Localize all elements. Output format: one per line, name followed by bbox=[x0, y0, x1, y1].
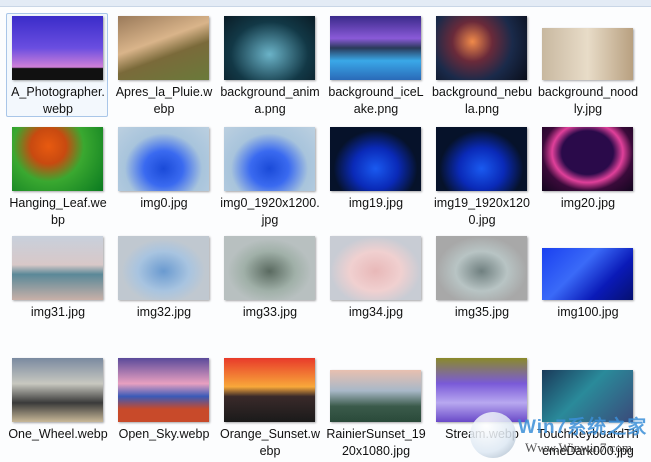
image-thumbnail bbox=[118, 236, 209, 300]
file-item[interactable]: img35.jpg bbox=[430, 233, 532, 337]
image-thumbnail bbox=[224, 127, 315, 191]
file-item[interactable]: Orange_Sunset.webp bbox=[218, 355, 320, 459]
file-item[interactable]: img19_1920x1200.jpg bbox=[430, 124, 532, 228]
thumbnail-frame bbox=[12, 356, 103, 422]
image-thumbnail bbox=[330, 16, 421, 80]
thumbnail-frame bbox=[12, 14, 103, 80]
file-item[interactable]: TouchKeyboardThemeDark000.jpg bbox=[536, 355, 639, 459]
thumbnail-frame bbox=[224, 234, 315, 300]
thumbnail-frame bbox=[436, 14, 527, 80]
file-name: Hanging_Leaf.webp bbox=[9, 196, 107, 227]
file-name: background_iceLake.png bbox=[328, 85, 424, 116]
file-name: img0.jpg bbox=[140, 196, 188, 210]
file-item[interactable]: img100.jpg bbox=[536, 233, 638, 337]
thumbnail-frame bbox=[330, 125, 421, 191]
thumbnail-frame bbox=[118, 125, 209, 191]
image-thumbnail bbox=[12, 127, 103, 191]
toolbar-strip bbox=[0, 0, 651, 7]
image-thumbnail bbox=[118, 16, 209, 80]
thumbnail-frame bbox=[12, 234, 103, 300]
image-thumbnail bbox=[12, 236, 103, 300]
file-item[interactable]: img33.jpg bbox=[218, 233, 320, 337]
file-name: img32.jpg bbox=[136, 305, 192, 319]
image-thumbnail bbox=[12, 16, 103, 80]
image-thumbnail bbox=[542, 248, 633, 300]
file-item[interactable]: img0.jpg bbox=[112, 124, 214, 228]
file-name: img33.jpg bbox=[242, 305, 298, 319]
file-item[interactable]: Hanging_Leaf.webp bbox=[6, 124, 108, 228]
thumbnail-frame bbox=[118, 234, 209, 300]
image-thumbnail bbox=[224, 16, 315, 80]
image-thumbnail bbox=[436, 127, 527, 191]
file-name: One_Wheel.webp bbox=[8, 427, 108, 441]
file-name: img100.jpg bbox=[557, 305, 619, 319]
thumbnail-frame bbox=[542, 356, 633, 422]
file-item[interactable]: background_noodly.jpg bbox=[536, 13, 638, 117]
file-name: background_nebula.png bbox=[431, 85, 533, 116]
file-item[interactable]: img0_1920x1200.jpg bbox=[218, 124, 320, 228]
thumbnail-frame bbox=[436, 356, 527, 422]
file-name: img19_1920x1200.jpg bbox=[434, 196, 530, 227]
image-thumbnail bbox=[330, 370, 421, 422]
file-item[interactable]: img34.jpg bbox=[324, 233, 426, 337]
image-thumbnail bbox=[542, 127, 633, 191]
image-thumbnail bbox=[436, 16, 527, 80]
thumbnail-frame bbox=[542, 14, 633, 80]
file-item[interactable]: Apres_la_Pluie.webp bbox=[112, 13, 214, 117]
image-thumbnail bbox=[542, 370, 633, 422]
file-name: A_Photographer.webp bbox=[11, 85, 105, 116]
file-item[interactable]: background_nebula.png bbox=[430, 13, 532, 117]
thumbnail-frame bbox=[330, 356, 421, 422]
image-thumbnail bbox=[542, 28, 633, 80]
thumbnail-frame bbox=[12, 125, 103, 191]
file-item[interactable]: background_iceLake.png bbox=[324, 13, 426, 117]
thumbnail-frame bbox=[224, 125, 315, 191]
file-name: RainierSunset_1920x1080.jpg bbox=[326, 427, 426, 458]
image-thumbnail bbox=[436, 236, 527, 300]
image-thumbnail bbox=[224, 358, 315, 422]
thumbnail-frame bbox=[542, 234, 633, 300]
image-thumbnail bbox=[118, 127, 209, 191]
file-name: img0_1920x1200.jpg bbox=[220, 196, 320, 227]
file-item[interactable]: A_Photographer.webp bbox=[6, 13, 108, 117]
file-item[interactable]: RainierSunset_1920x1080.jpg bbox=[324, 355, 426, 459]
file-item[interactable]: background_anima.png bbox=[218, 13, 320, 117]
image-thumbnail bbox=[12, 358, 103, 422]
file-name: img19.jpg bbox=[348, 196, 404, 210]
thumbnail-frame bbox=[436, 234, 527, 300]
file-item[interactable]: img32.jpg bbox=[112, 233, 214, 337]
file-item[interactable]: img20.jpg bbox=[536, 124, 638, 228]
file-name: img31.jpg bbox=[30, 305, 86, 319]
thumbnail-frame bbox=[118, 356, 209, 422]
file-name: background_noodly.jpg bbox=[537, 85, 639, 116]
thumbnail-frame bbox=[330, 234, 421, 300]
file-item[interactable]: Stream.webp bbox=[430, 355, 532, 459]
thumbnail-frame bbox=[118, 14, 209, 80]
file-name: background_anima.png bbox=[220, 85, 320, 116]
image-thumbnail bbox=[118, 358, 209, 422]
file-name: img20.jpg bbox=[560, 196, 616, 210]
file-name: TouchKeyboardThemeDark000.jpg bbox=[537, 427, 639, 458]
thumbnail-frame bbox=[542, 125, 633, 191]
thumbnail-frame bbox=[330, 14, 421, 80]
image-thumbnail bbox=[224, 236, 315, 300]
file-name: Apres_la_Pluie.webp bbox=[115, 85, 213, 116]
image-thumbnail bbox=[436, 358, 527, 422]
file-item[interactable]: One_Wheel.webp bbox=[6, 355, 108, 459]
file-item[interactable]: img19.jpg bbox=[324, 124, 426, 228]
thumbnail-frame bbox=[224, 356, 315, 422]
file-name: img35.jpg bbox=[454, 305, 510, 319]
image-thumbnail bbox=[330, 127, 421, 191]
file-item[interactable]: img31.jpg bbox=[6, 233, 108, 337]
thumbnail-frame bbox=[224, 14, 315, 80]
file-name: Stream.webp bbox=[445, 427, 519, 441]
file-name: img34.jpg bbox=[348, 305, 404, 319]
file-name: Orange_Sunset.webp bbox=[219, 427, 321, 458]
file-name: Open_Sky.webp bbox=[118, 427, 210, 441]
thumbnail-frame bbox=[436, 125, 527, 191]
image-thumbnail bbox=[330, 236, 421, 300]
file-item[interactable]: Open_Sky.webp bbox=[112, 355, 214, 459]
